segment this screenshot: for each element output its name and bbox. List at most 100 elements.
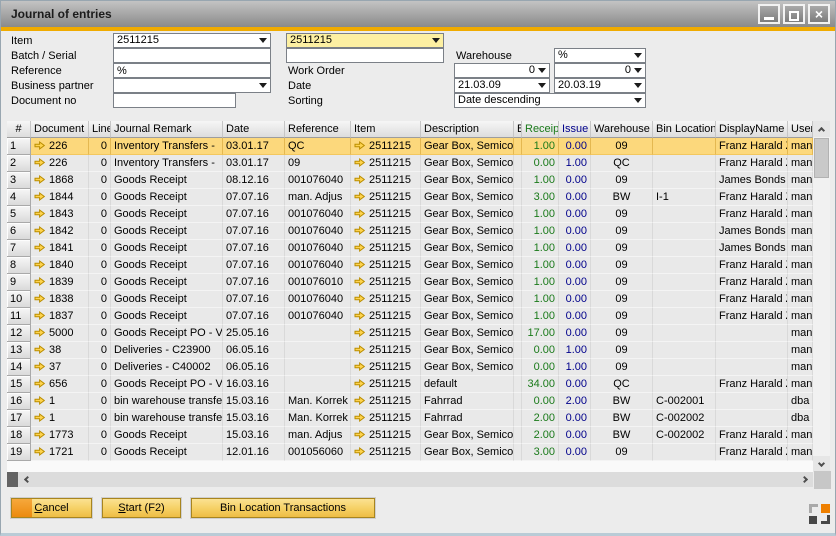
link-arrow-icon[interactable] [34,413,45,422]
link-arrow-icon[interactable] [34,379,45,388]
header-warehouse[interactable]: Warehouse [591,121,653,138]
bin-location-transactions-button[interactable]: Bin Location Transactions [191,498,375,518]
title-bar[interactable]: Journal of entries [1,1,835,27]
warehouse-combo[interactable]: % [554,48,646,63]
date-to-combo[interactable]: 20.03.19 [554,78,646,93]
link-arrow-icon[interactable] [354,192,365,201]
row-number-cell[interactable]: 9 [7,274,31,291]
row-number-cell[interactable]: 4 [7,189,31,206]
link-arrow-icon[interactable] [34,226,45,235]
table-row[interactable]: 156560Goods Receipt PO - V1016.03.162511… [7,376,813,393]
link-arrow-icon[interactable] [354,277,365,286]
row-number-cell[interactable]: 1 [7,138,31,155]
cell-document[interactable]: 1 [31,393,89,410]
cell-document[interactable]: 1 [31,410,89,427]
row-number-cell[interactable]: 18 [7,427,31,444]
cell-item[interactable]: 2511215 [351,206,421,223]
row-number-cell[interactable]: 5 [7,206,31,223]
start-button[interactable]: Start (F2) [102,498,181,518]
header-description[interactable]: Description [421,121,514,138]
table-row[interactable]: 13380Deliveries - C2390006.05.162511215G… [7,342,813,359]
link-arrow-icon[interactable] [34,209,45,218]
maximize-button[interactable] [783,4,805,24]
link-arrow-icon[interactable] [354,345,365,354]
cell-document[interactable]: 1773 [31,427,89,444]
header-row-number[interactable]: # [7,121,31,138]
header-date[interactable]: Date [223,121,285,138]
cell-item[interactable]: 2511215 [351,410,421,427]
cell-document[interactable]: 1837 [31,308,89,325]
vertical-scrollbar-thumb[interactable] [814,138,829,178]
horizontal-scrollbar[interactable] [7,472,813,487]
row-number-cell[interactable]: 14 [7,359,31,376]
table-row[interactable]: 1018380Goods Receipt07.07.16001076040251… [7,291,813,308]
link-arrow-icon[interactable] [34,311,45,320]
cell-item[interactable]: 2511215 [351,444,421,461]
table-row[interactable]: 418440Goods Receipt07.07.16man. Adjus251… [7,189,813,206]
link-arrow-icon[interactable] [354,447,365,456]
row-number-cell[interactable]: 8 [7,257,31,274]
cell-item[interactable]: 2511215 [351,308,421,325]
row-number-cell[interactable]: 12 [7,325,31,342]
header-line[interactable]: Line [89,121,111,138]
vertical-scrollbar[interactable] [813,121,830,472]
header-display-name[interactable]: DisplayName [716,121,788,138]
table-row[interactable]: 718410Goods Receipt07.07.160010760402511… [7,240,813,257]
cell-document[interactable]: 226 [31,138,89,155]
link-arrow-icon[interactable] [34,175,45,184]
scrollbar-split-handle[interactable] [7,472,18,487]
header-user[interactable]: User [788,121,813,138]
document-no-input[interactable] [113,93,236,108]
header-bin-location[interactable]: Bin Location [653,121,716,138]
cell-document[interactable]: 1838 [31,291,89,308]
link-arrow-icon[interactable] [34,243,45,252]
link-arrow-icon[interactable] [34,430,45,439]
row-number-cell[interactable]: 15 [7,376,31,393]
cell-document[interactable]: 1839 [31,274,89,291]
batch-serial-input[interactable] [113,48,271,63]
cell-item[interactable]: 2511215 [351,240,421,257]
item-combo[interactable]: 2511215 [113,33,271,48]
header-b[interactable]: B [514,121,522,138]
table-row[interactable]: 518430Goods Receipt07.07.160010760402511… [7,206,813,223]
link-arrow-icon[interactable] [354,226,365,235]
cell-item[interactable]: 2511215 [351,376,421,393]
cell-item[interactable]: 2511215 [351,172,421,189]
cell-document[interactable]: 37 [31,359,89,376]
link-arrow-icon[interactable] [354,243,365,252]
link-arrow-icon[interactable] [34,294,45,303]
cancel-button[interactable]: Cancel [11,498,92,518]
link-arrow-icon[interactable] [354,209,365,218]
row-number-cell[interactable]: 3 [7,172,31,189]
scroll-left-button[interactable] [18,472,34,487]
row-number-cell[interactable]: 10 [7,291,31,308]
link-arrow-icon[interactable] [34,158,45,167]
link-arrow-icon[interactable] [354,294,365,303]
link-arrow-icon[interactable] [354,141,365,150]
cell-item[interactable]: 2511215 [351,274,421,291]
cell-document[interactable]: 38 [31,342,89,359]
cell-document[interactable]: 1721 [31,444,89,461]
row-number-cell[interactable]: 19 [7,444,31,461]
link-arrow-icon[interactable] [354,430,365,439]
cell-document[interactable]: 226 [31,155,89,172]
cell-item[interactable]: 2511215 [351,223,421,240]
table-row[interactable]: 12260Inventory Transfers -03.01.17QC2511… [7,138,813,155]
scroll-right-button[interactable] [797,472,813,487]
link-arrow-icon[interactable] [354,328,365,337]
row-number-cell[interactable]: 17 [7,410,31,427]
cell-document[interactable]: 5000 [31,325,89,342]
link-arrow-icon[interactable] [34,447,45,456]
cell-item[interactable]: 2511215 [351,291,421,308]
table-row[interactable]: 618420Goods Receipt07.07.160010760402511… [7,223,813,240]
table-row[interactable]: 14370Deliveries - C4000206.05.162511215G… [7,359,813,376]
link-arrow-icon[interactable] [34,260,45,269]
cell-document[interactable]: 1840 [31,257,89,274]
cell-item[interactable]: 2511215 [351,155,421,172]
cell-document[interactable]: 1868 [31,172,89,189]
business-partner-combo[interactable] [113,78,271,93]
link-arrow-icon[interactable] [34,192,45,201]
batch-serial-input-secondary[interactable] [286,48,444,63]
expand-form-icon[interactable] [809,504,830,524]
table-row[interactable]: 1917210Goods Receipt12.01.16001056060251… [7,444,813,461]
